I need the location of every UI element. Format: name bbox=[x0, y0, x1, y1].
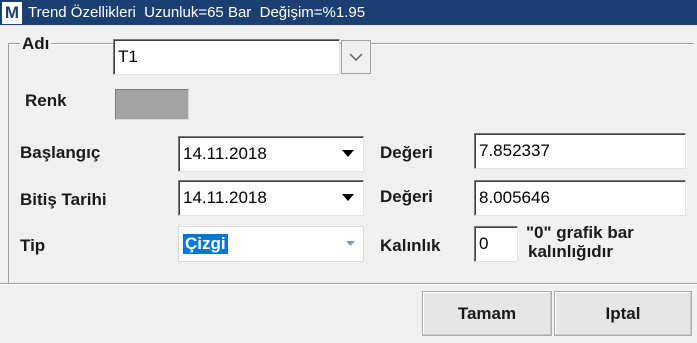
window-title: Trend Özellikleri Uzunluk=65 Bar Değişim… bbox=[28, 4, 366, 21]
triangle-down-icon bbox=[342, 150, 354, 157]
end-value-input[interactable]: 8.005646 bbox=[474, 180, 686, 216]
type-label: Tip bbox=[20, 236, 46, 255]
small-triangle-down-icon bbox=[345, 241, 355, 246]
end-value-label: Değeri bbox=[380, 187, 433, 206]
start-value-label: Değeri bbox=[380, 143, 433, 162]
thickness-hint-line2: kalınlığıdır bbox=[528, 242, 614, 261]
color-swatch[interactable] bbox=[115, 89, 189, 120]
thickness-hint-line1: "0" grafik bar bbox=[526, 223, 634, 242]
cancel-button[interactable]: Iptal bbox=[554, 291, 692, 336]
chevron-down-icon bbox=[349, 52, 363, 61]
name-input[interactable]: T1 bbox=[113, 39, 340, 75]
app-logo-icon: M bbox=[2, 1, 22, 24]
ok-button[interactable]: Tamam bbox=[422, 291, 552, 336]
color-label: Renk bbox=[25, 91, 67, 110]
type-select[interactable]: Çizgi bbox=[178, 226, 364, 262]
end-label: Bitiş Tarihi bbox=[20, 190, 107, 209]
name-dropdown-button[interactable] bbox=[341, 40, 371, 74]
thickness-input[interactable]: 0 bbox=[474, 226, 518, 262]
triangle-down-icon bbox=[342, 194, 354, 201]
start-date-value: 14.11.2018 bbox=[183, 144, 267, 163]
footer-separator-highlight bbox=[0, 284, 697, 285]
end-date-dropdown[interactable] bbox=[336, 184, 360, 212]
name-label: Adı bbox=[20, 34, 52, 54]
thickness-label: Kalınlık bbox=[380, 236, 441, 255]
start-date-dropdown[interactable] bbox=[336, 140, 360, 168]
start-label: Başlangıç bbox=[20, 143, 101, 162]
start-value-input[interactable]: 7.852337 bbox=[474, 133, 686, 169]
type-dropdown[interactable] bbox=[338, 232, 362, 256]
title-bar[interactable]: M Trend Özellikleri Uzunluk=65 Bar Değiş… bbox=[0, 0, 697, 25]
type-selected-value: Çizgi bbox=[183, 234, 228, 254]
end-date-value: 14.11.2018 bbox=[183, 188, 267, 207]
